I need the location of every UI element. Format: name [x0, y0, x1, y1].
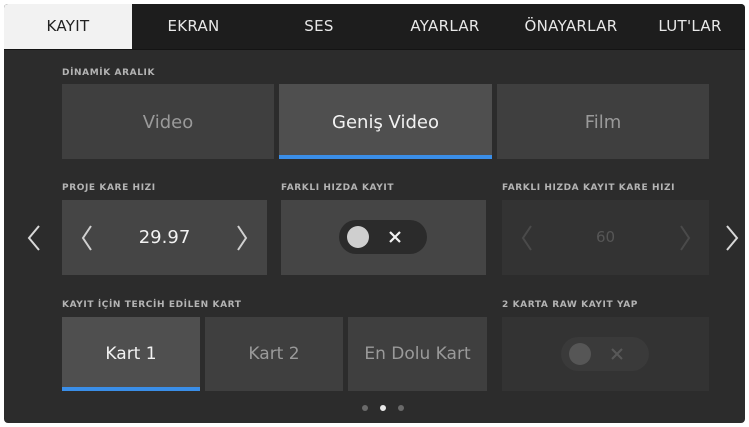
selected-indicator — [62, 387, 200, 391]
option-label: Kart 1 — [105, 344, 157, 364]
page-dot-1[interactable] — [362, 405, 368, 411]
card-1-button[interactable]: Kart 1 — [62, 317, 200, 391]
raw-two-cards-label: 2 KARTA RAW KAYIT YAP — [502, 300, 638, 310]
camera-setup-menu: KAYIT EKRAN SES AYARLAR ÖNAYARLAR LUT'LA… — [4, 4, 745, 423]
toggle-knob — [569, 343, 591, 365]
option-label: Kart 2 — [248, 344, 300, 364]
off-speed-frame-rate-control: 60 — [502, 200, 709, 275]
card-2-button[interactable]: Kart 2 — [205, 317, 343, 391]
tab-bar: KAYIT EKRAN SES AYARLAR ÖNAYARLAR LUT'LA… — [4, 4, 745, 50]
option-label: Video — [142, 112, 194, 133]
tab-record[interactable]: KAYIT — [4, 4, 132, 49]
tab-luts[interactable]: LUT'LAR — [635, 4, 745, 49]
close-icon — [389, 231, 401, 243]
toggle-knob — [347, 226, 369, 248]
dynamic-range-film-button[interactable]: Film — [497, 84, 709, 159]
project-frame-rate-label: PROJE KARE HIZI — [62, 183, 156, 193]
option-label: Film — [584, 112, 622, 133]
increase-frame-rate-icon[interactable] — [235, 224, 249, 252]
dynamic-range-extended-video-button[interactable]: Geniş Video — [279, 84, 492, 159]
off-speed-recording-toggle[interactable] — [339, 220, 427, 254]
fullest-card-button[interactable]: En Dolu Kart — [348, 317, 487, 391]
next-page-arrow-icon[interactable] — [724, 224, 740, 252]
tab-monitor[interactable]: EKRAN — [132, 4, 255, 49]
option-label: Geniş Video — [332, 112, 439, 133]
off-speed-frame-rate-label: FARKLI HIZDA KAYIT KARE HIZI — [502, 183, 676, 193]
preferred-card-label: KAYIT İÇİN TERCİH EDİLEN KART — [62, 300, 242, 310]
selected-indicator — [279, 155, 492, 159]
tab-audio[interactable]: SES — [255, 4, 383, 49]
raw-two-cards-toggle — [561, 337, 649, 371]
dynamic-range-label: DİNAMİK ARALIK — [62, 68, 156, 78]
increase-off-speed-icon — [680, 225, 691, 251]
tab-presets[interactable]: ÖNAYARLAR — [507, 4, 635, 49]
page-dot-2[interactable] — [380, 405, 386, 411]
raw-two-cards-panel — [502, 317, 709, 391]
project-frame-rate-control: 29.97 — [62, 200, 267, 275]
previous-page-arrow-icon[interactable] — [26, 224, 42, 252]
off-speed-recording-label: FARKLI HIZDA KAYIT — [281, 183, 395, 193]
off-speed-recording-panel — [281, 200, 486, 275]
option-label: En Dolu Kart — [364, 344, 471, 364]
tab-setup[interactable]: AYARLAR — [383, 4, 507, 49]
page-dot-3[interactable] — [398, 405, 404, 411]
dynamic-range-video-button[interactable]: Video — [62, 84, 274, 159]
close-icon — [611, 348, 623, 360]
